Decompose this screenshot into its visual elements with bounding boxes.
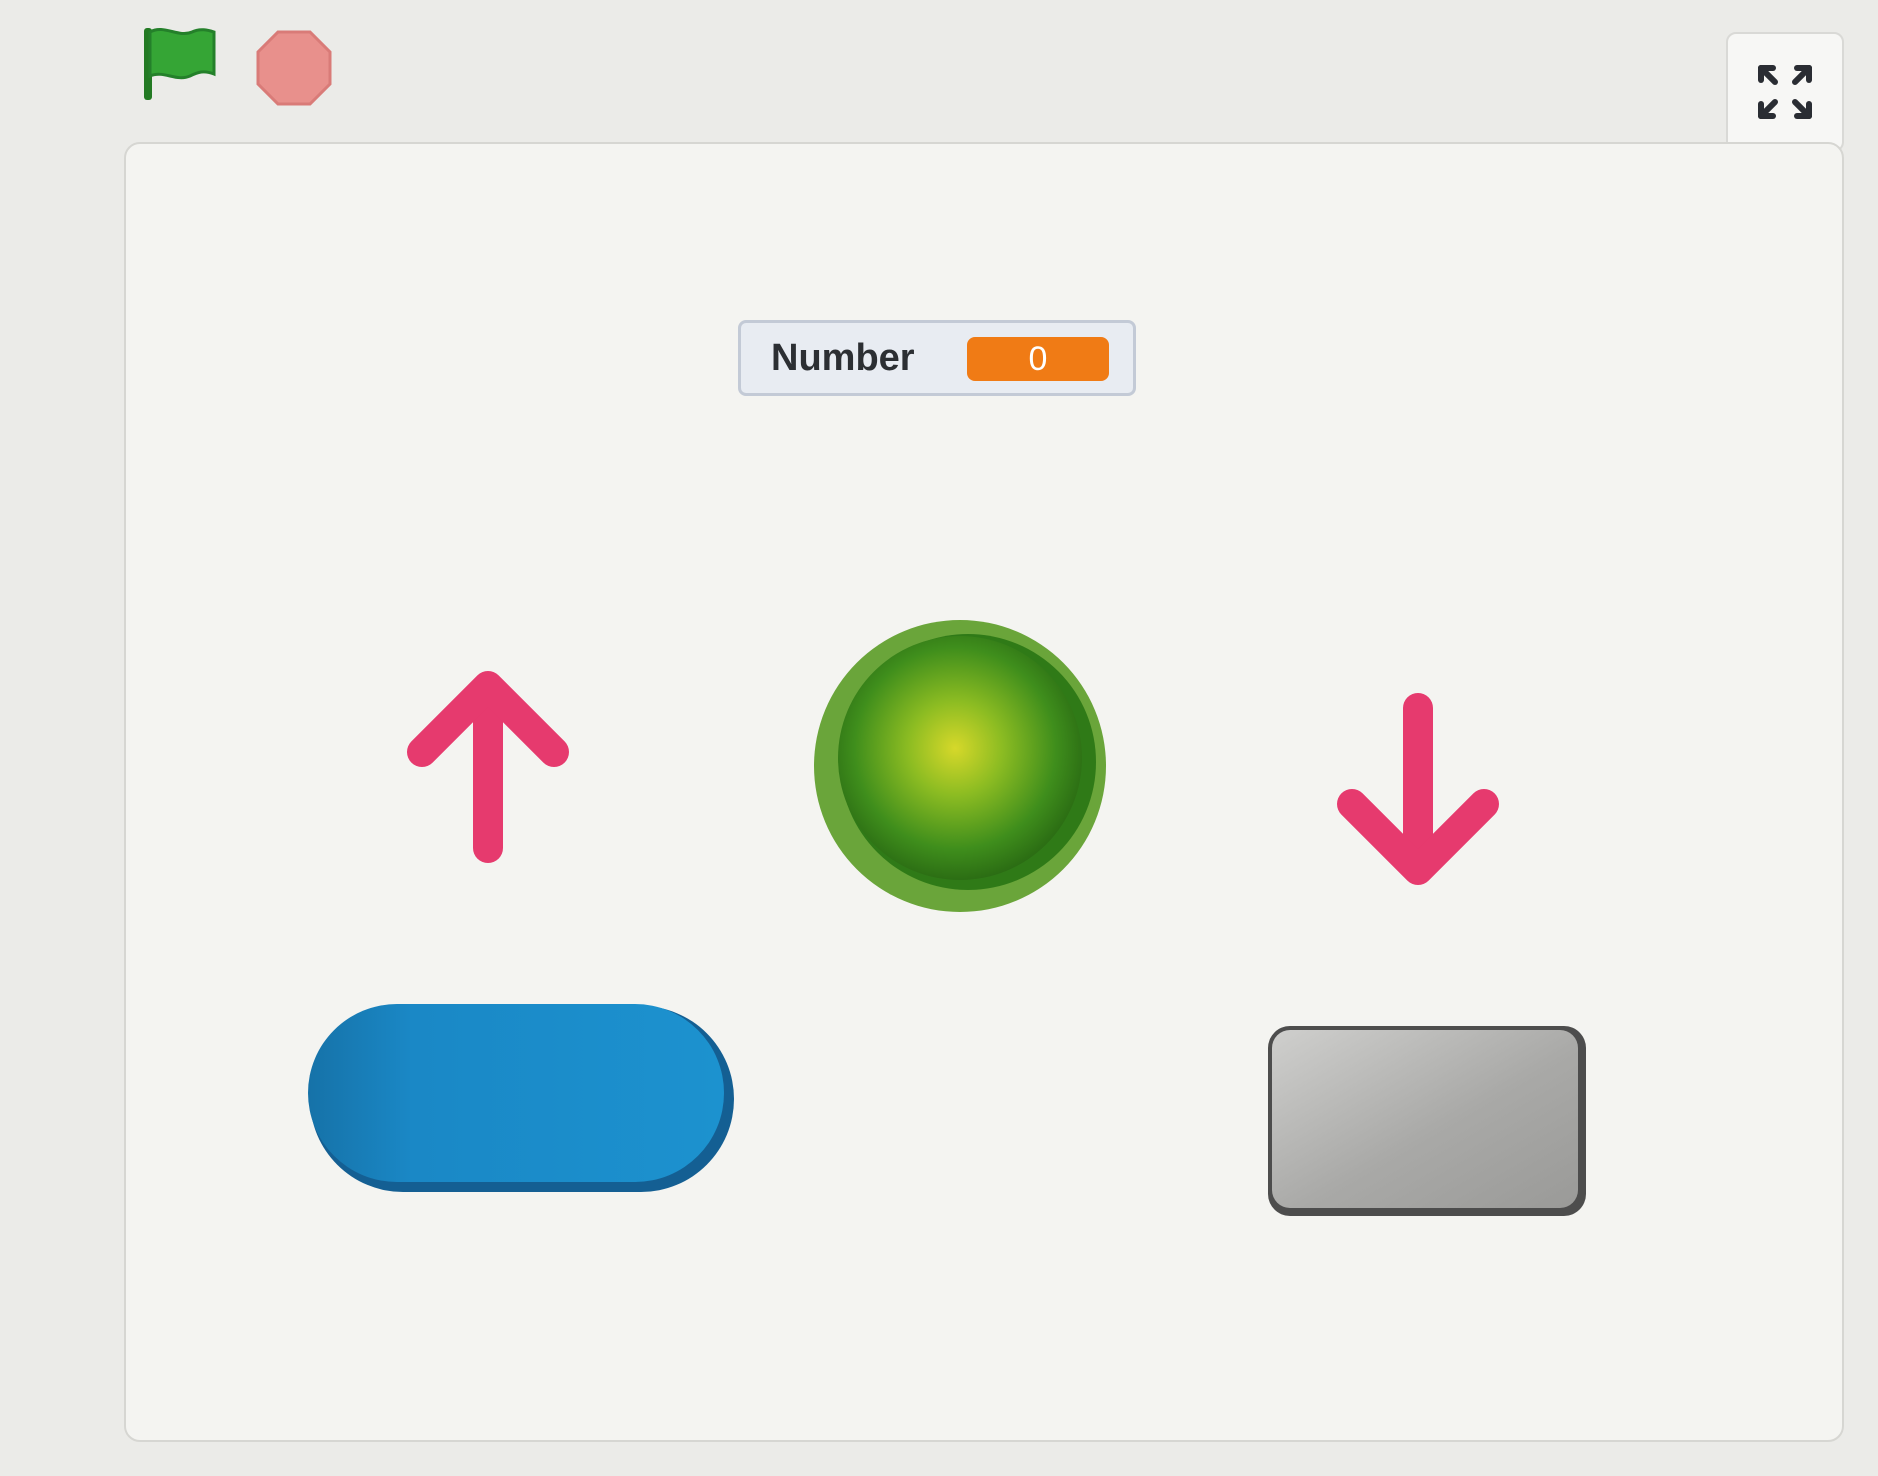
up-arrow-icon: [407, 671, 569, 863]
variable-monitor-label: Number: [771, 336, 915, 379]
down-arrow-icon: [1337, 693, 1499, 885]
green-ball-icon: [814, 620, 1106, 912]
stop-icon: [256, 30, 332, 106]
fullscreen-icon: [1758, 65, 1812, 119]
blue-button-sprite[interactable]: [304, 1000, 744, 1205]
stop-button[interactable]: [256, 30, 332, 106]
down-arrow-sprite[interactable]: [1332, 692, 1502, 897]
blue-button-shape: [308, 1004, 734, 1192]
green-ball-sprite[interactable]: [810, 616, 1110, 921]
stage[interactable]: Number 0: [124, 142, 1844, 1442]
gray-button-sprite[interactable]: [1262, 1020, 1592, 1225]
gray-button-shape: [1268, 1026, 1586, 1216]
variable-monitor-value: 0: [967, 337, 1109, 381]
fullscreen-button[interactable]: [1726, 32, 1844, 152]
variable-monitor: Number 0: [738, 320, 1136, 396]
up-arrow-sprite[interactable]: [402, 664, 572, 869]
green-flag-icon: [144, 27, 216, 100]
green-flag-button[interactable]: [140, 22, 220, 104]
